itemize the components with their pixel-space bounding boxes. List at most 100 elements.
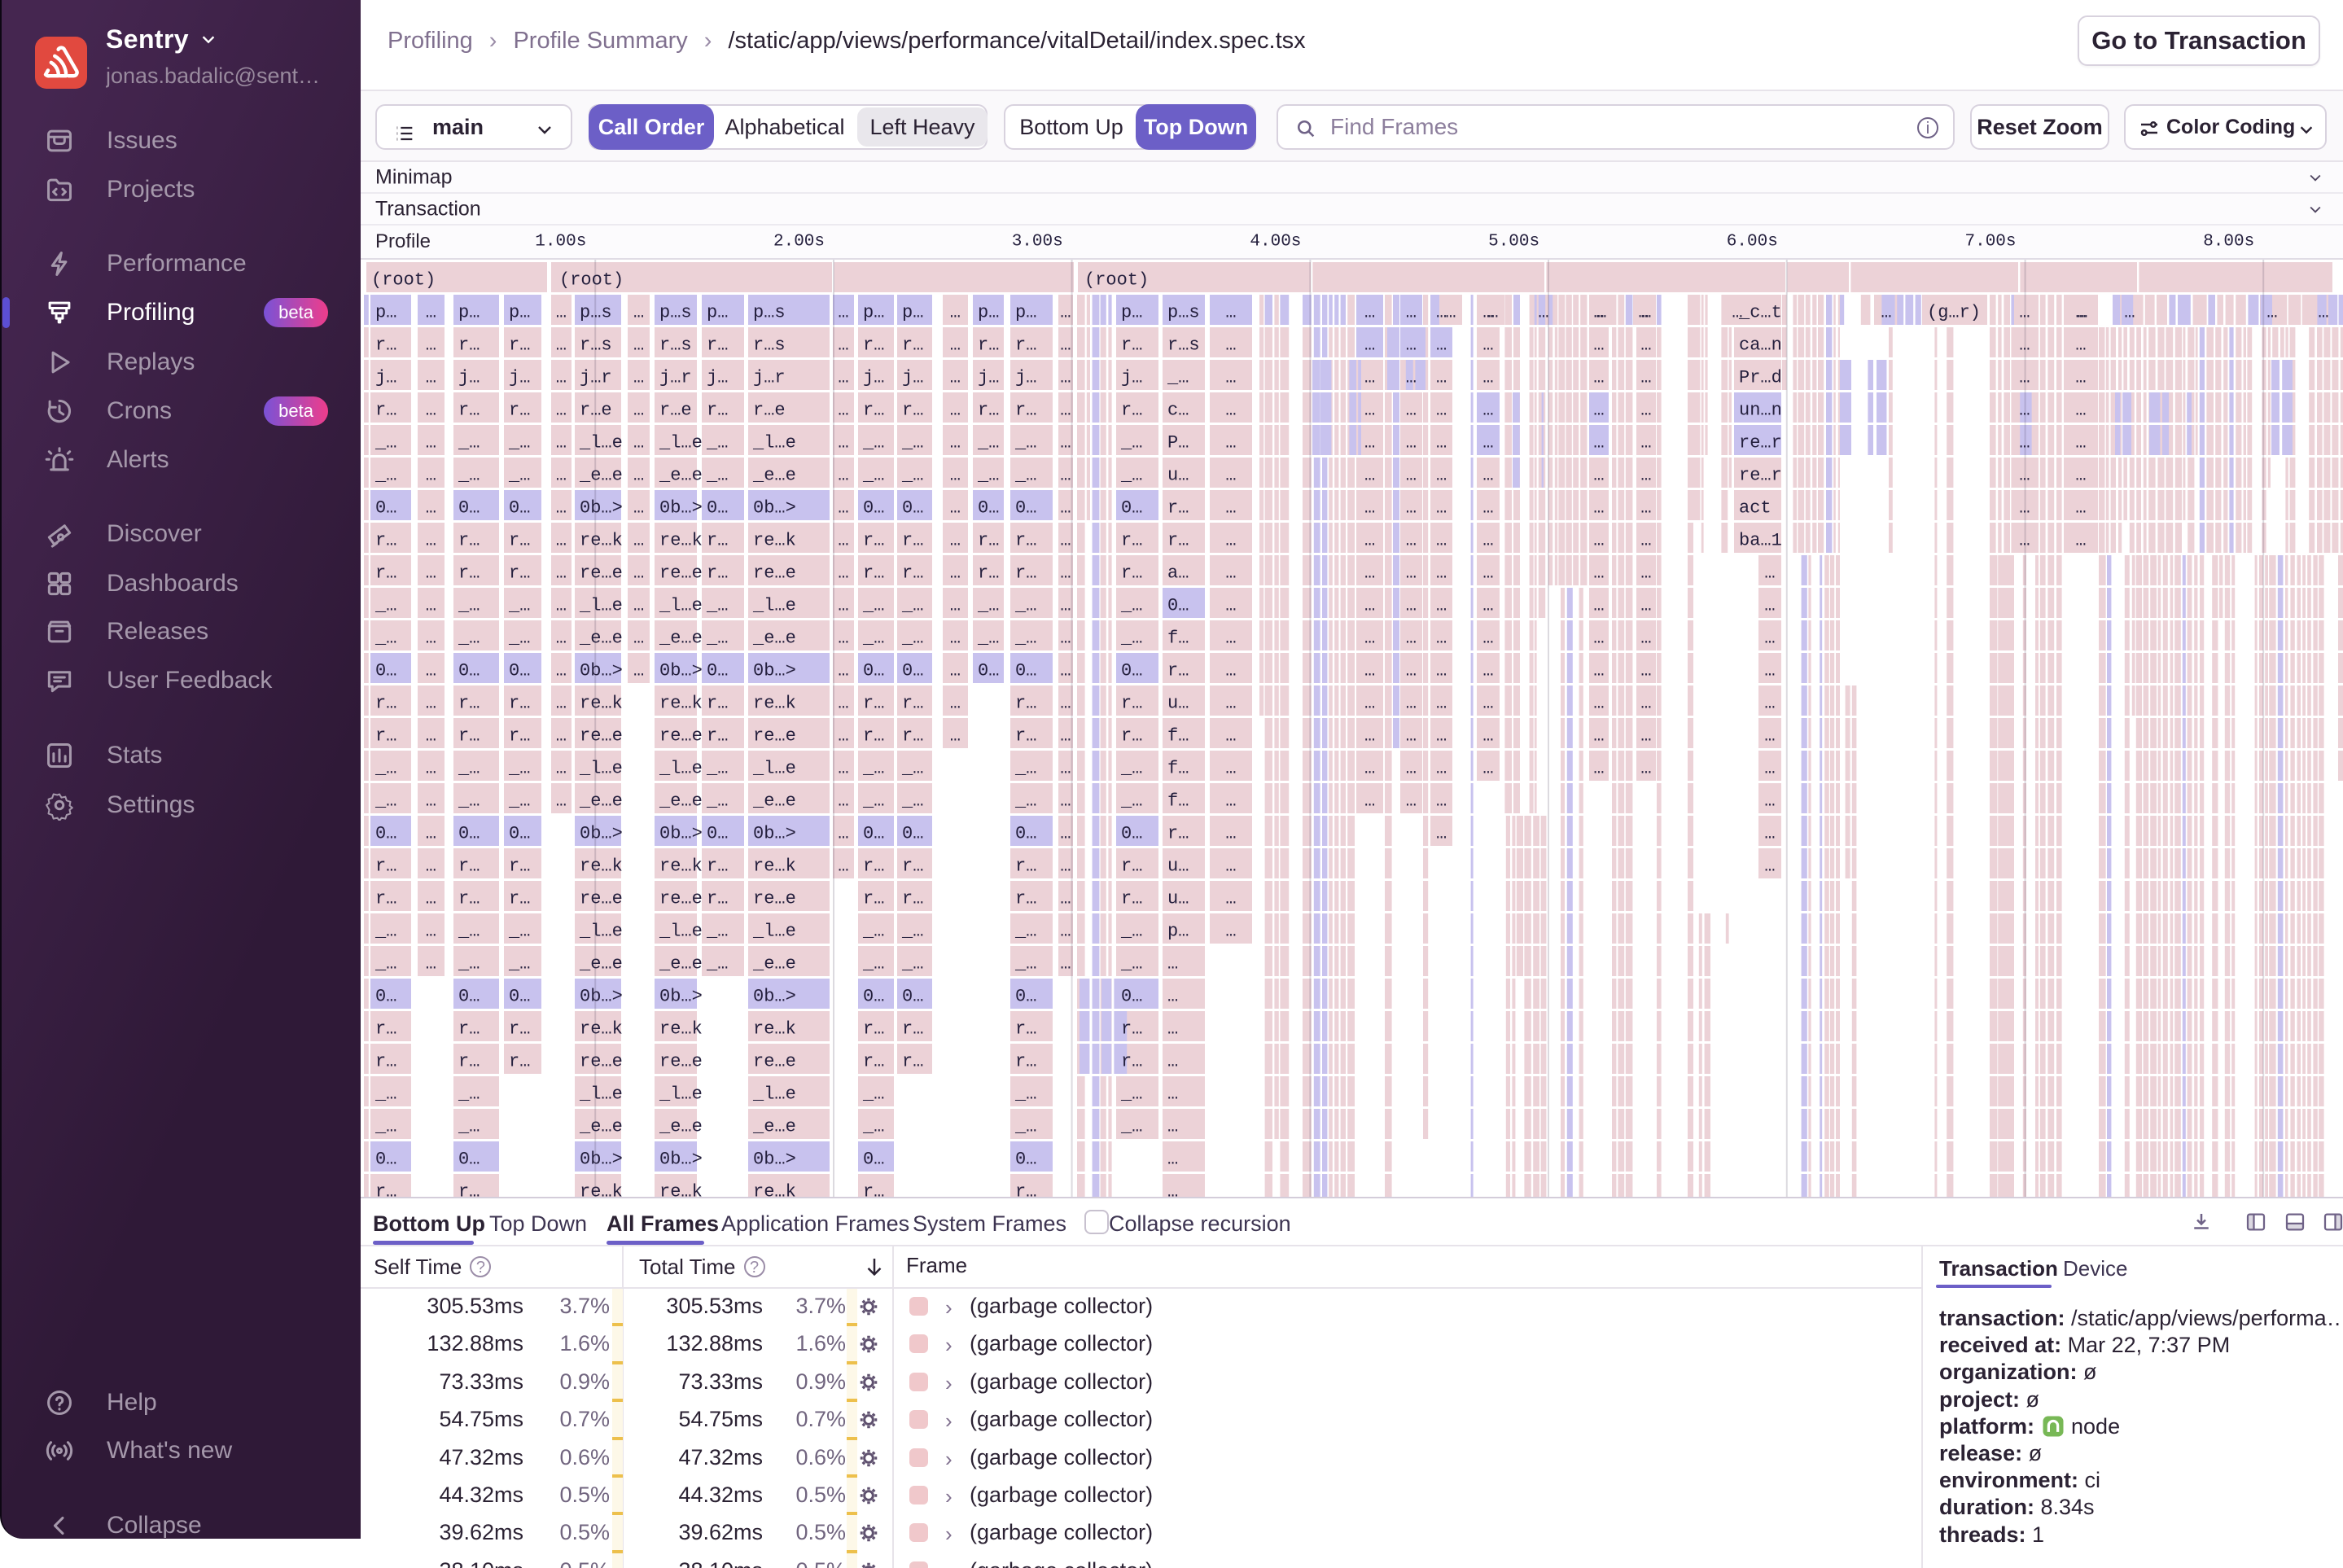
svg-text:_…: _… — [1167, 368, 1189, 388]
svg-text:_l…e: _l…e — [579, 433, 623, 453]
svg-text:0…: 0… — [509, 824, 530, 844]
svg-text:_…: _… — [374, 1117, 396, 1137]
svg-text:r…: r… — [1121, 889, 1142, 909]
svg-text:r…: r… — [509, 889, 530, 909]
svg-text:…: … — [1406, 726, 1417, 747]
svg-text:r…: r… — [1121, 531, 1142, 551]
svg-text:_…: _… — [374, 629, 396, 649]
svg-text:_…: _… — [374, 466, 396, 486]
svg-text:0…: 0… — [707, 824, 728, 844]
svg-text:…: … — [1436, 629, 1447, 649]
svg-text:r…s: r…s — [580, 335, 612, 356]
svg-text:r…: r… — [902, 401, 923, 421]
svg-text:…: … — [1060, 303, 1071, 323]
svg-text:…: … — [1593, 596, 1604, 616]
svg-text:_…: _… — [508, 954, 530, 975]
svg-text:…: … — [1060, 791, 1071, 812]
svg-text:…: … — [426, 889, 436, 909]
svg-text:…: … — [1225, 889, 1236, 909]
svg-text:_…: _… — [901, 954, 923, 975]
svg-text:_…: _… — [1014, 759, 1036, 779]
svg-text:…: … — [1482, 466, 1493, 486]
svg-text:…: … — [1406, 303, 1417, 323]
svg-text:…: … — [1436, 759, 1447, 779]
svg-text:0b…>: 0b…> — [753, 1150, 796, 1170]
svg-text:_…: _… — [458, 466, 480, 486]
svg-text:…: … — [633, 563, 644, 584]
svg-text:_e…e: _e…e — [659, 954, 703, 975]
svg-text:…: … — [1364, 629, 1375, 649]
svg-text:_…: _… — [1120, 596, 1142, 616]
svg-text:…: … — [1225, 401, 1236, 421]
svg-text:0…: 0… — [375, 498, 396, 519]
svg-text:_l…e: _l…e — [579, 1084, 623, 1105]
svg-text:_…: _… — [508, 791, 530, 812]
svg-text:…: … — [1593, 759, 1604, 779]
svg-text:r…: r… — [1015, 563, 1036, 584]
svg-text:…: … — [838, 596, 848, 616]
svg-text:…: … — [426, 401, 436, 421]
svg-text:_e…e: _e…e — [579, 1117, 623, 1137]
svg-text:r…: r… — [863, 401, 884, 421]
svg-text:_e…e: _e…e — [659, 1117, 703, 1137]
svg-text:…: … — [1364, 303, 1375, 323]
svg-text:r…: r… — [863, 726, 884, 747]
svg-text:…: … — [1364, 759, 1375, 779]
svg-text:…: … — [633, 661, 644, 681]
svg-text:…: … — [1482, 563, 1493, 584]
svg-text:_…: _… — [1120, 791, 1142, 812]
svg-text:…: … — [1593, 401, 1604, 421]
svg-text:…: … — [1482, 661, 1493, 681]
svg-text:r…: r… — [1015, 1052, 1036, 1072]
svg-text:r…: r… — [902, 889, 923, 909]
svg-text:r…: r… — [458, 1182, 480, 1197]
svg-text:…: … — [1640, 759, 1651, 779]
svg-text:0…: 0… — [902, 661, 923, 681]
svg-text:…: … — [1225, 856, 1236, 877]
svg-text:…: … — [1060, 889, 1071, 909]
svg-text:r…: r… — [902, 726, 923, 747]
svg-text:…: … — [2019, 498, 2030, 519]
svg-text:…: … — [1445, 303, 1456, 323]
svg-text:_…: _… — [862, 791, 884, 812]
svg-text:…: … — [556, 694, 567, 714]
svg-text:r…: r… — [863, 856, 884, 877]
svg-text:…: … — [1487, 303, 1498, 323]
svg-text:p…s: p…s — [659, 303, 692, 323]
svg-text:_…: _… — [706, 596, 728, 616]
svg-text:re…r: re…r — [1739, 466, 1782, 486]
svg-text:f…: f… — [1167, 791, 1189, 812]
svg-text:r…: r… — [375, 889, 396, 909]
svg-text:…: … — [1225, 596, 1236, 616]
svg-text:r…: r… — [509, 531, 530, 551]
svg-text:f…: f… — [1167, 629, 1189, 649]
svg-text:0…: 0… — [707, 661, 728, 681]
svg-text:…: … — [1406, 791, 1417, 812]
svg-text:r…: r… — [509, 1019, 530, 1040]
svg-text:Pr…d: Pr…d — [1739, 368, 1782, 388]
svg-text:…: … — [950, 303, 961, 323]
svg-text:…: … — [1060, 596, 1071, 616]
svg-text:0b…>: 0b…> — [659, 498, 703, 519]
svg-text:…: … — [1364, 466, 1375, 486]
svg-text:…: … — [1225, 563, 1236, 584]
svg-text:re…e: re…e — [580, 726, 623, 747]
svg-text:p…: p… — [902, 303, 923, 323]
svg-text:…: … — [1406, 661, 1417, 681]
svg-text:…: … — [1593, 531, 1604, 551]
svg-text:r…: r… — [863, 1019, 884, 1040]
svg-text:…: … — [426, 498, 436, 519]
svg-text:…: … — [1640, 335, 1651, 356]
svg-text:p…s: p…s — [580, 303, 612, 323]
svg-text:r…: r… — [1015, 694, 1036, 714]
svg-text:…: … — [1593, 466, 1604, 486]
svg-text:re…k: re…k — [580, 1019, 623, 1040]
svg-text:r…: r… — [707, 856, 728, 877]
svg-text:r…: r… — [375, 694, 396, 714]
svg-text:_…: _… — [374, 1084, 396, 1105]
svg-text:p…s: p…s — [753, 303, 786, 323]
svg-text:…: … — [1593, 498, 1604, 519]
svg-text:0b…>: 0b…> — [659, 661, 703, 681]
svg-text:…: … — [950, 368, 961, 388]
svg-text:re…e: re…e — [753, 1052, 796, 1072]
